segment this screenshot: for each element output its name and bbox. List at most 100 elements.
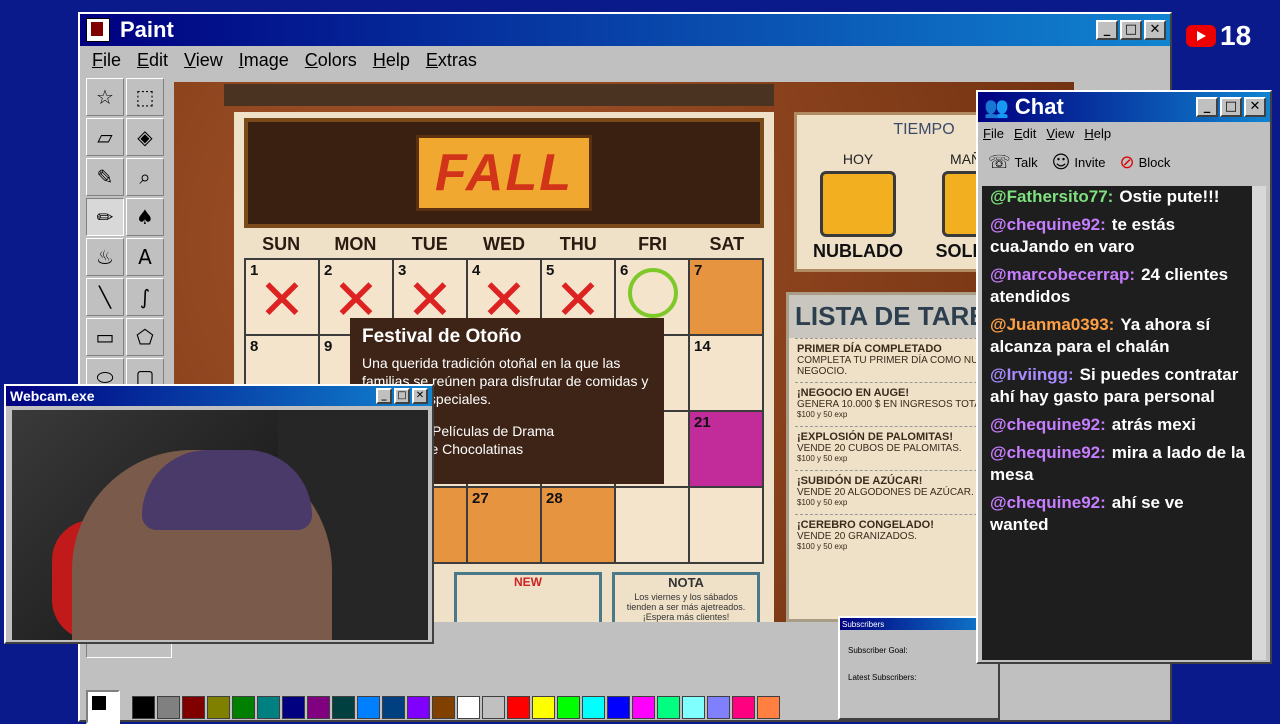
calendar-day-cell[interactable] [690, 488, 762, 562]
eraser-icon[interactable]: ▱ [86, 118, 124, 156]
chat-text: atrás mexi [1111, 415, 1196, 434]
color-swatch[interactable] [207, 695, 230, 719]
color-swatch[interactable] [382, 695, 405, 719]
color-swatch[interactable] [232, 695, 255, 719]
pencil-icon[interactable]: ✏ [86, 198, 124, 236]
chat-username[interactable]: @Fathersito77: [990, 187, 1113, 206]
webcam-minimize-button[interactable]: _ [376, 388, 392, 404]
chat-message: @Irviingg: Si puedes contratar ahí hay ga… [982, 364, 1254, 408]
menu-colors[interactable]: Colors [297, 50, 365, 71]
color-swatch[interactable] [457, 695, 480, 719]
day-thu: THU [559, 234, 597, 254]
curve-icon[interactable]: ∫ [126, 278, 164, 316]
calendar-day-cell[interactable]: 27 [468, 488, 540, 562]
color-swatch[interactable] [732, 695, 755, 719]
magnifier-icon[interactable]: ⌕ [126, 158, 164, 196]
block-button[interactable]: ⊘ Block [1119, 152, 1170, 173]
color-picker-icon[interactable]: ✎ [86, 158, 124, 196]
chat-close-button[interactable]: ✕ [1244, 97, 1266, 117]
calendar-day-cell[interactable]: 1 [246, 260, 318, 334]
color-swatch[interactable] [707, 695, 730, 719]
new-item-card[interactable]: NEW [454, 572, 602, 622]
color-swatch[interactable] [182, 695, 205, 719]
chat-username[interactable]: @chequine92: [990, 215, 1106, 234]
chat-menu-help[interactable]: Help [1079, 126, 1116, 141]
rectangle-icon[interactable]: ▭ [86, 318, 124, 356]
day-tue: TUE [411, 234, 448, 254]
color-swatch[interactable] [607, 695, 630, 719]
paint-titlebar[interactable]: Paint _ □ ✕ [80, 14, 1170, 46]
color-swatch[interactable] [407, 695, 430, 719]
menu-view[interactable]: View [176, 50, 231, 71]
chat-message: @Fathersito77: Ostie pute!!! [982, 186, 1254, 208]
chat-username[interactable]: @chequine92: [990, 493, 1106, 512]
chat-menu-edit[interactable]: Edit [1009, 126, 1041, 141]
color-swatch[interactable] [482, 695, 505, 719]
color-swatch[interactable] [357, 695, 380, 719]
maximize-button[interactable]: □ [1120, 20, 1142, 40]
calendar-day-number: 8 [250, 338, 259, 355]
calendar-day-cell[interactable]: 7 [690, 260, 762, 334]
color-swatch[interactable] [557, 695, 580, 719]
invite-icon: ☺ [1051, 151, 1071, 173]
color-swatch[interactable] [282, 695, 305, 719]
chat-titlebar[interactable]: 👥 Chat _ □ ✕ [978, 92, 1270, 122]
menu-help[interactable]: Help [365, 50, 418, 71]
color-swatch[interactable] [657, 695, 680, 719]
subscribers-titlebar[interactable]: Subscribers [840, 618, 998, 630]
day-sat: SAT [709, 234, 745, 254]
chat-toolbar: ☏ Talk ☺ Invite ⊘ Block [978, 144, 1270, 180]
menu-extras[interactable]: Extras [418, 50, 485, 71]
webcam-titlebar[interactable]: Webcam.exe _ □ ✕ [6, 386, 432, 406]
menu-image[interactable]: Image [231, 50, 297, 71]
chat-username[interactable]: @chequine92: [990, 443, 1106, 462]
calendar-day-cell[interactable]: 14 [690, 336, 762, 410]
webcam-maximize-button[interactable]: □ [394, 388, 410, 404]
color-swatch[interactable] [532, 695, 555, 719]
color-swatch[interactable] [582, 695, 605, 719]
color-swatch[interactable] [507, 695, 530, 719]
webcam-close-button[interactable]: ✕ [412, 388, 428, 404]
color-swatch[interactable] [132, 695, 155, 719]
day-fri: FRI [638, 234, 668, 254]
brush-icon[interactable]: ♠ [126, 198, 164, 236]
rect-select-icon[interactable]: ⬚ [126, 78, 164, 116]
color-swatch[interactable] [682, 695, 705, 719]
chat-scrollbar[interactable] [1252, 186, 1266, 660]
minimize-button[interactable]: _ [1096, 20, 1118, 40]
chat-username[interactable]: @Juanma0393: [990, 315, 1114, 334]
color-swatch[interactable] [157, 695, 180, 719]
chat-username[interactable]: @Irviingg: [990, 365, 1074, 384]
line-icon[interactable]: ╲ [86, 278, 124, 316]
toolbox: ☆ ⬚ ▱ ◈ ✎ ⌕ ✏ ♠ ♨ A ╲ ∫ ▭ ⬠ ⬭ ▢ [86, 78, 166, 398]
menu-edit[interactable]: Edit [129, 50, 176, 71]
free-select-icon[interactable]: ☆ [86, 78, 124, 116]
chat-username[interactable]: @chequine92: [990, 415, 1106, 434]
polygon-icon[interactable]: ⬠ [126, 318, 164, 356]
fall-banner: FALL [244, 118, 764, 228]
menu-file[interactable]: File [84, 50, 129, 71]
chat-maximize-button[interactable]: □ [1220, 97, 1242, 117]
text-tool-icon[interactable]: A [126, 238, 164, 276]
color-swatch[interactable] [632, 695, 655, 719]
airbrush-icon[interactable]: ♨ [86, 238, 124, 276]
calendar-day-cell[interactable] [616, 488, 688, 562]
color-swatch[interactable] [432, 695, 455, 719]
calendar-day-cell[interactable]: 28 [542, 488, 614, 562]
day-sun: SUN [262, 234, 301, 254]
color-swatch[interactable] [307, 695, 330, 719]
color-swatch[interactable] [332, 695, 355, 719]
webcam-title: Webcam.exe [10, 388, 95, 404]
color-swatch[interactable] [757, 695, 780, 719]
calendar-day-cell[interactable]: 21 [690, 412, 762, 486]
talk-button[interactable]: ☏ Talk [988, 152, 1038, 173]
color-swatch[interactable] [257, 695, 280, 719]
current-colors[interactable] [86, 690, 120, 724]
chat-minimize-button[interactable]: _ [1196, 97, 1218, 117]
chat-menu-file[interactable]: File [978, 126, 1009, 141]
close-button[interactable]: ✕ [1144, 20, 1166, 40]
chat-menu-view[interactable]: View [1041, 126, 1079, 141]
fill-bucket-icon[interactable]: ◈ [126, 118, 164, 156]
chat-username[interactable]: @marcobecerrap: [990, 265, 1135, 284]
invite-button[interactable]: ☺ Invite [1052, 152, 1106, 173]
